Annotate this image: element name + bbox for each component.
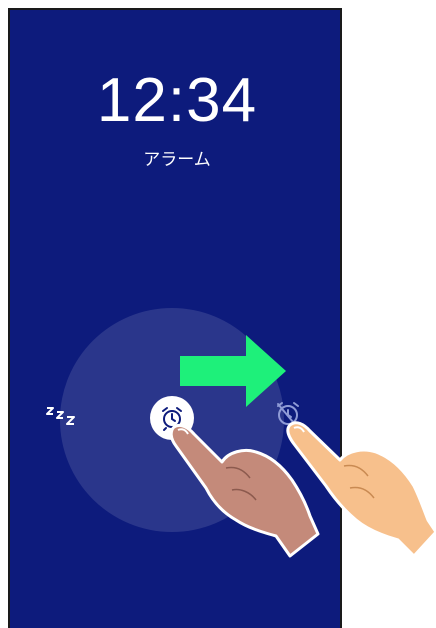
lock-screen: 12:34 アラーム xyxy=(8,8,342,628)
alarm-label: アラーム xyxy=(143,150,211,170)
clock-time: 12:34 xyxy=(96,66,258,135)
